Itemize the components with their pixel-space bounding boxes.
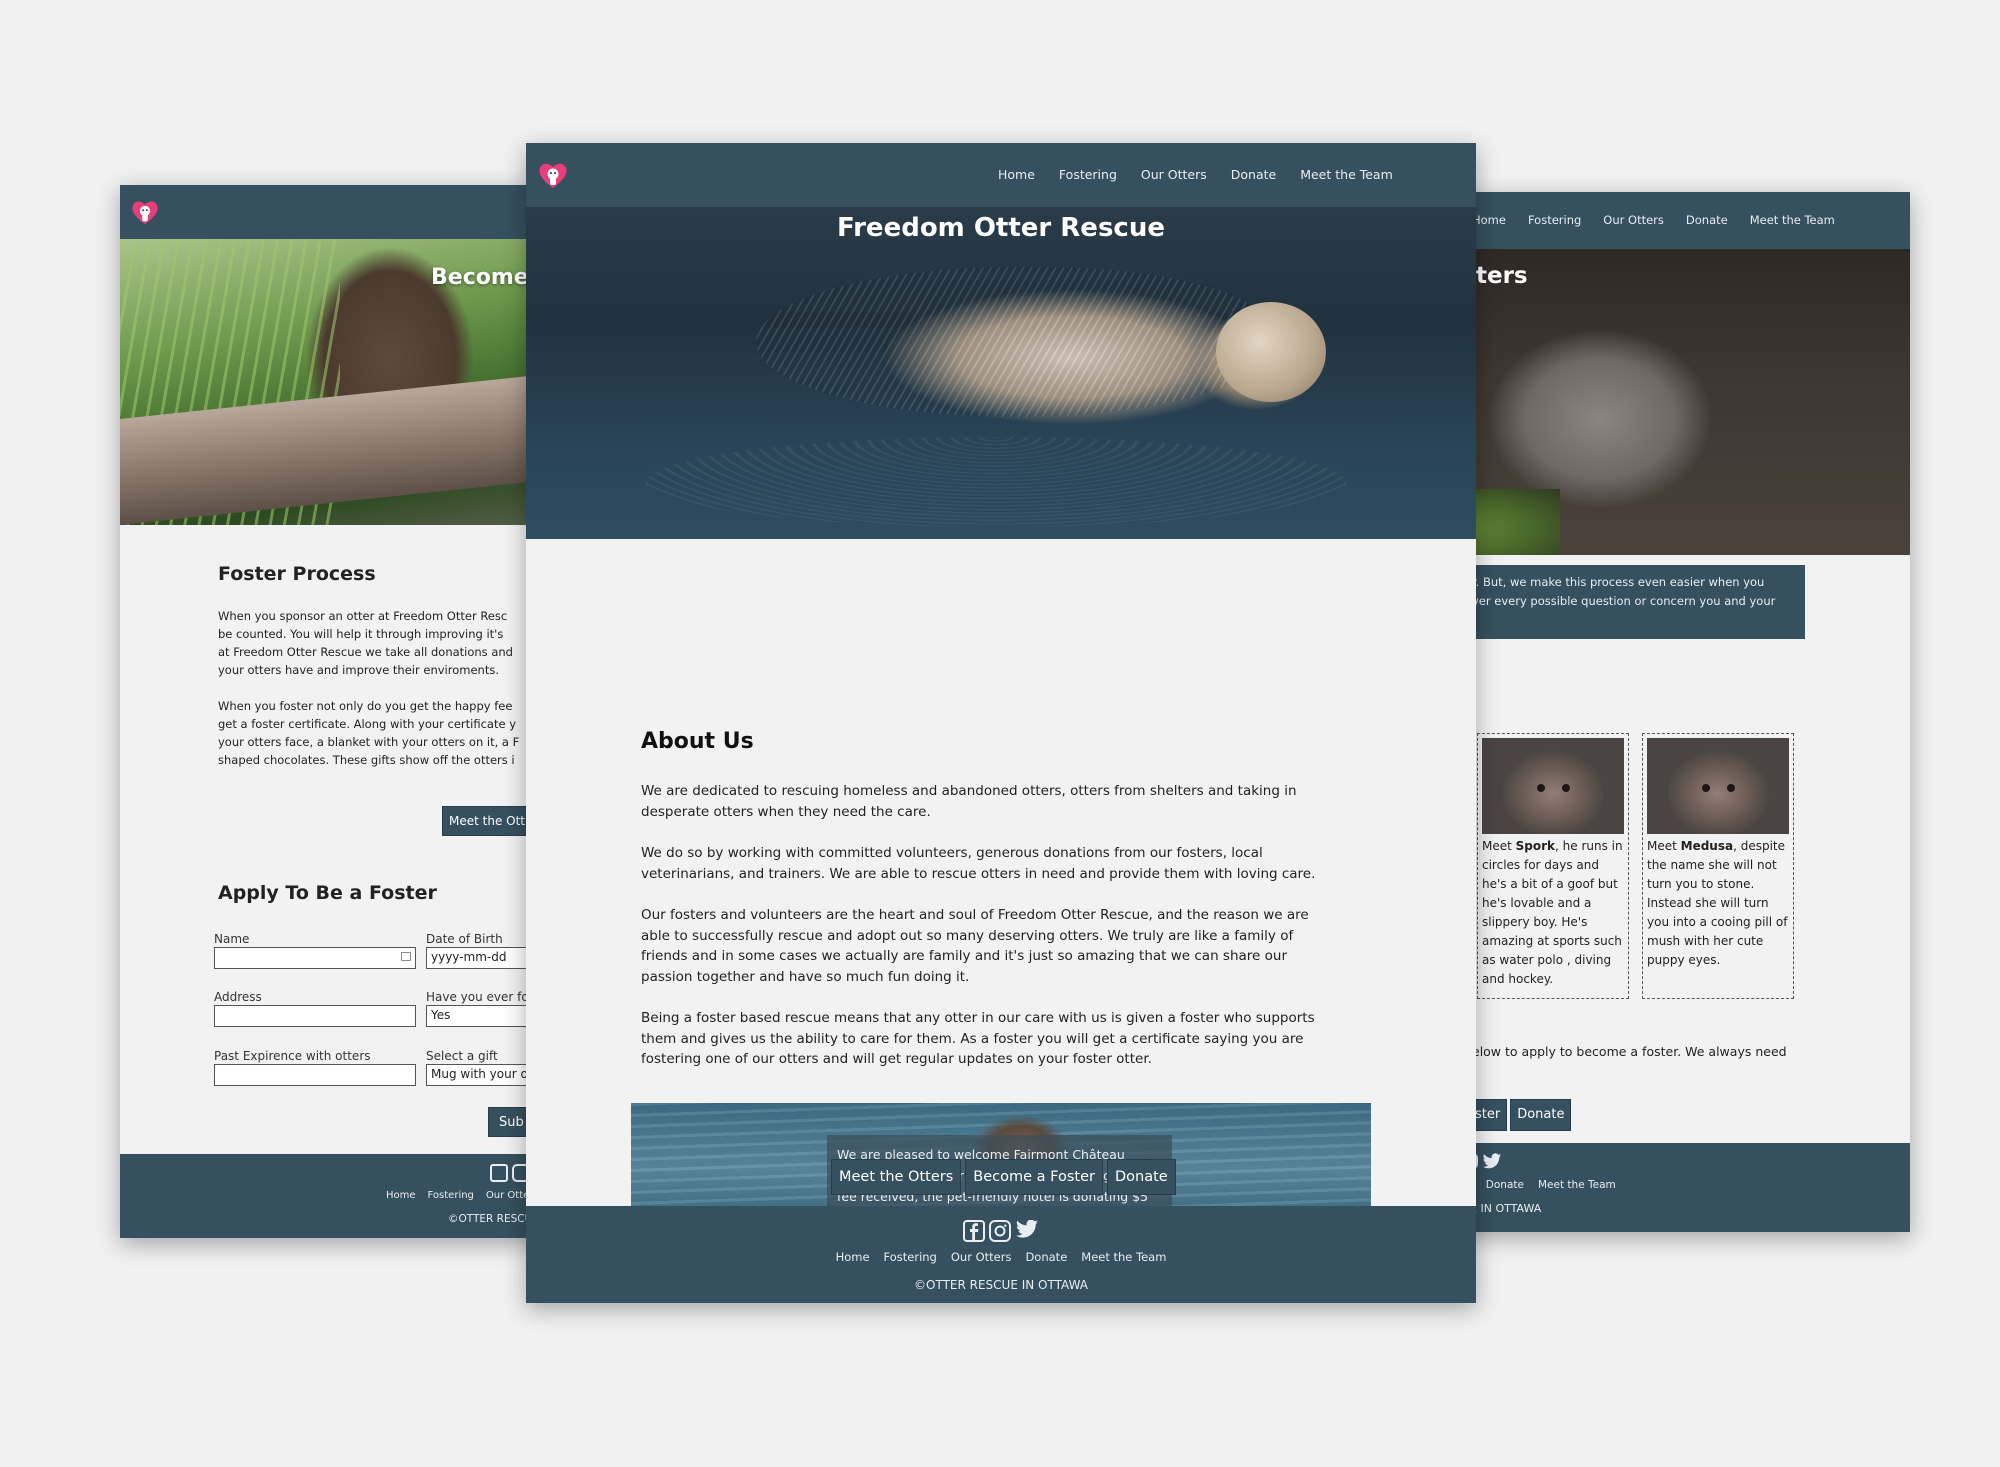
instagram-icon[interactable] xyxy=(989,1220,1011,1242)
nav-our-otters[interactable]: Our Otters xyxy=(1603,213,1664,227)
footer-link-fostering[interactable]: Fostering xyxy=(428,1190,474,1201)
footer-link-fostering[interactable]: Fostering xyxy=(884,1250,937,1264)
heart-otter-logo[interactable] xyxy=(130,198,160,226)
experience-field[interactable] xyxy=(214,1064,416,1086)
donate-button[interactable]: Donate xyxy=(1106,1159,1176,1195)
meet-the-otters-button[interactable]: Meet the Ott xyxy=(442,806,533,836)
footer-nav: Home Fostering Our Otters Donate Meet th… xyxy=(526,1250,1476,1264)
hero-title: Become xyxy=(431,265,529,290)
nav-home[interactable]: Home xyxy=(998,167,1035,182)
nav-donate[interactable]: Donate xyxy=(1686,213,1728,227)
contact-card-icon xyxy=(401,952,411,961)
facebook-icon[interactable] xyxy=(963,1220,985,1242)
footer-link-meet-the-team[interactable]: Meet the Team xyxy=(1081,1250,1166,1264)
about-text: We are dedicated to rescuing homeless an… xyxy=(641,781,1341,1091)
become-a-foster-button[interactable]: Become a Foster xyxy=(965,1159,1103,1195)
facebook-icon[interactable] xyxy=(490,1164,508,1182)
donate-button[interactable]: Donate xyxy=(1510,1099,1572,1131)
otter-card-spork: Meet Spork, he runs in circles for days … xyxy=(1477,733,1629,999)
nav-home[interactable]: Home xyxy=(1472,213,1506,227)
paragraph: We are dedicated to rescuing homeless an… xyxy=(641,783,1297,820)
paragraph: We do so by working with committed volun… xyxy=(641,845,1316,882)
meet-the-otters-button[interactable]: Meet the Otters xyxy=(831,1159,962,1195)
address-label: Address xyxy=(214,990,262,1004)
apply-text: elow to apply to become a foster. We alw… xyxy=(1472,1044,1787,1059)
hero-title: Freedom Otter Rescue xyxy=(837,213,1165,243)
experience-label: Past Expirence with otters xyxy=(214,1049,371,1063)
nav-fostering[interactable]: Fostering xyxy=(1059,167,1117,182)
footer-link-home[interactable]: Home xyxy=(386,1190,416,1201)
section-title: About Us xyxy=(641,729,754,754)
nav-links: Home Fostering Our Otters Donate Meet th… xyxy=(998,167,1393,182)
twitter-icon[interactable] xyxy=(1482,1153,1502,1171)
footer-link-donate[interactable]: Donate xyxy=(1486,1179,1524,1191)
otter-name: Medusa xyxy=(1680,839,1734,853)
paragraph: Our fosters and volunteers are the heart… xyxy=(641,907,1309,985)
otter-card-medusa: Meet Medusa, despite the name she will n… xyxy=(1642,733,1794,999)
copyright: ©OTTER RESCUE IN OTTAWA xyxy=(914,1278,1088,1292)
gift-label: Select a gift xyxy=(426,1049,498,1063)
footer-link-home[interactable]: Home xyxy=(836,1250,870,1264)
name-label: Name xyxy=(214,932,250,946)
callout-text: r. But, we make this process even easier… xyxy=(1472,575,1776,608)
navbar: Home Fostering Our Otters Donate Meet th… xyxy=(526,143,1476,207)
address-field[interactable] xyxy=(214,1005,416,1027)
apply-title: Apply To Be a Foster xyxy=(218,882,437,904)
have-you-label: Have you ever fo xyxy=(426,990,529,1004)
hero-image xyxy=(526,207,1476,539)
footer-link-donate[interactable]: Donate xyxy=(1025,1250,1067,1264)
nav-donate[interactable]: Donate xyxy=(1231,167,1276,182)
nav-fostering[interactable]: Fostering xyxy=(1528,213,1581,227)
name-field[interactable] xyxy=(214,947,416,969)
footer-link-our-otters[interactable]: Our Otters xyxy=(951,1250,1012,1264)
otter-photo xyxy=(1482,738,1624,834)
twitter-icon[interactable] xyxy=(1015,1220,1039,1240)
footer: Home Fostering Our Otters Donate Meet th… xyxy=(526,1206,1476,1303)
otter-bio: Meet Medusa, despite the name she will n… xyxy=(1647,839,1788,967)
footer-link-our-otters[interactable]: Our Otte xyxy=(486,1190,529,1201)
social-icons xyxy=(526,1206,1476,1242)
heart-otter-logo[interactable] xyxy=(537,160,569,190)
action-buttons: Meet the Otters Become a Foster Donate xyxy=(831,1159,1176,1195)
otter-photo xyxy=(1647,738,1789,834)
nav-meet-the-team[interactable]: Meet the Team xyxy=(1300,167,1393,182)
home-page-preview: Home Fostering Our Otters Donate Meet th… xyxy=(526,143,1476,1303)
footer-link-meet-the-team[interactable]: Meet the Team xyxy=(1538,1179,1616,1191)
paragraph: Being a foster based rescue means that a… xyxy=(641,1010,1315,1067)
nav-links: Home Fostering Our Otters Donate Meet th… xyxy=(1472,213,1835,227)
action-buttons: ster Donate xyxy=(1468,1099,1572,1131)
dob-label: Date of Birth xyxy=(426,932,503,946)
nav-meet-the-team[interactable]: Meet the Team xyxy=(1750,213,1835,227)
nav-our-otters[interactable]: Our Otters xyxy=(1141,167,1207,182)
otter-bio: Meet Spork, he runs in circles for days … xyxy=(1482,839,1623,986)
otter-name: Spork xyxy=(1515,839,1556,853)
